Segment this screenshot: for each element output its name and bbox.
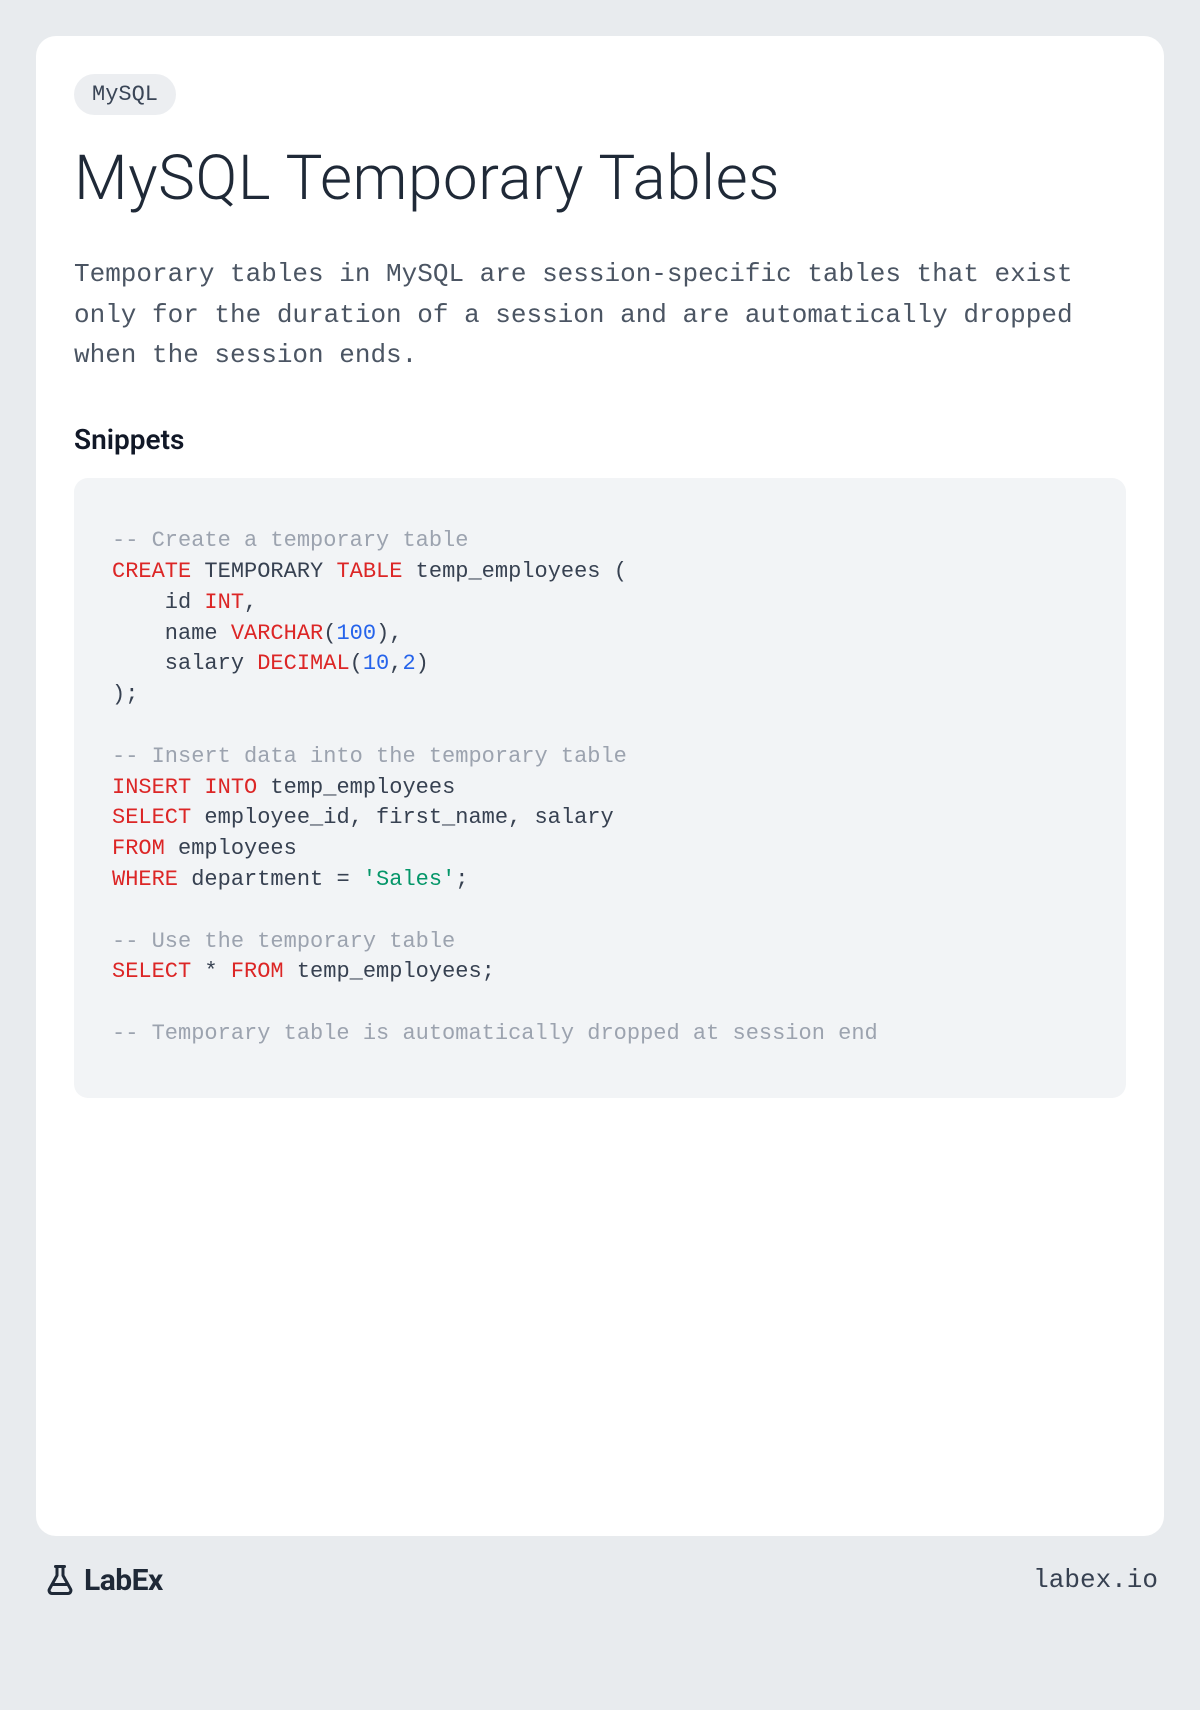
code-number: 2 — [402, 651, 415, 676]
code-comment: -- Use the temporary table — [112, 929, 455, 954]
code-keyword: TABLE — [336, 559, 402, 584]
code-text: temp_employees; — [284, 959, 495, 984]
code-text: department = — [178, 867, 363, 892]
brand-logo: LabEx — [42, 1562, 163, 1598]
footer-url: labex.io — [1033, 1565, 1158, 1595]
code-text: ); — [112, 682, 138, 707]
section-title-snippets: Snippets — [74, 423, 1126, 456]
flask-icon — [42, 1562, 78, 1598]
code-keyword: WHERE — [112, 867, 178, 892]
code-keyword: INSERT — [112, 775, 191, 800]
code-text: ) — [416, 651, 429, 676]
code-text: ; — [455, 867, 468, 892]
code-text: * — [191, 959, 231, 984]
code-number: 10 — [363, 651, 389, 676]
code-keyword: SELECT — [112, 959, 191, 984]
code-type: INT — [204, 590, 244, 615]
code-string: 'Sales' — [363, 867, 455, 892]
brand-name: LabEx — [84, 1563, 163, 1598]
code-keyword: SELECT — [112, 805, 191, 830]
description-text: Temporary tables in MySQL are session-sp… — [74, 254, 1126, 375]
code-text: name — [112, 621, 231, 646]
code-comment: -- Temporary table is automatically drop… — [112, 1021, 878, 1046]
code-keyword: CREATE — [112, 559, 191, 584]
content-card: MySQL MySQL Temporary Tables Temporary t… — [36, 36, 1164, 1536]
code-keyword: FROM — [231, 959, 284, 984]
code-text: salary — [112, 651, 257, 676]
category-tag: MySQL — [74, 74, 176, 115]
code-text: employees — [165, 836, 297, 861]
code-text: employee_id, first_name, salary — [191, 805, 613, 830]
page-title: MySQL Temporary Tables — [74, 143, 1126, 214]
code-comment: -- Insert data into the temporary table — [112, 744, 627, 769]
code-type: VARCHAR — [231, 621, 323, 646]
code-text: id — [112, 590, 204, 615]
code-keyword: FROM — [112, 836, 165, 861]
code-text: temp_employees ( — [402, 559, 626, 584]
footer: LabEx labex.io — [36, 1536, 1164, 1598]
code-text: ( — [323, 621, 336, 646]
code-type: DECIMAL — [257, 651, 349, 676]
code-text: ( — [350, 651, 363, 676]
code-text: TEMPORARY — [191, 559, 336, 584]
code-keyword: INTO — [204, 775, 257, 800]
code-snippet: -- Create a temporary table CREATE TEMPO… — [74, 478, 1126, 1098]
code-text: , — [389, 651, 402, 676]
code-number: 100 — [336, 621, 376, 646]
code-text: ), — [376, 621, 402, 646]
code-comment: -- Create a temporary table — [112, 528, 468, 553]
code-text: , — [244, 590, 257, 615]
code-text: temp_employees — [257, 775, 455, 800]
